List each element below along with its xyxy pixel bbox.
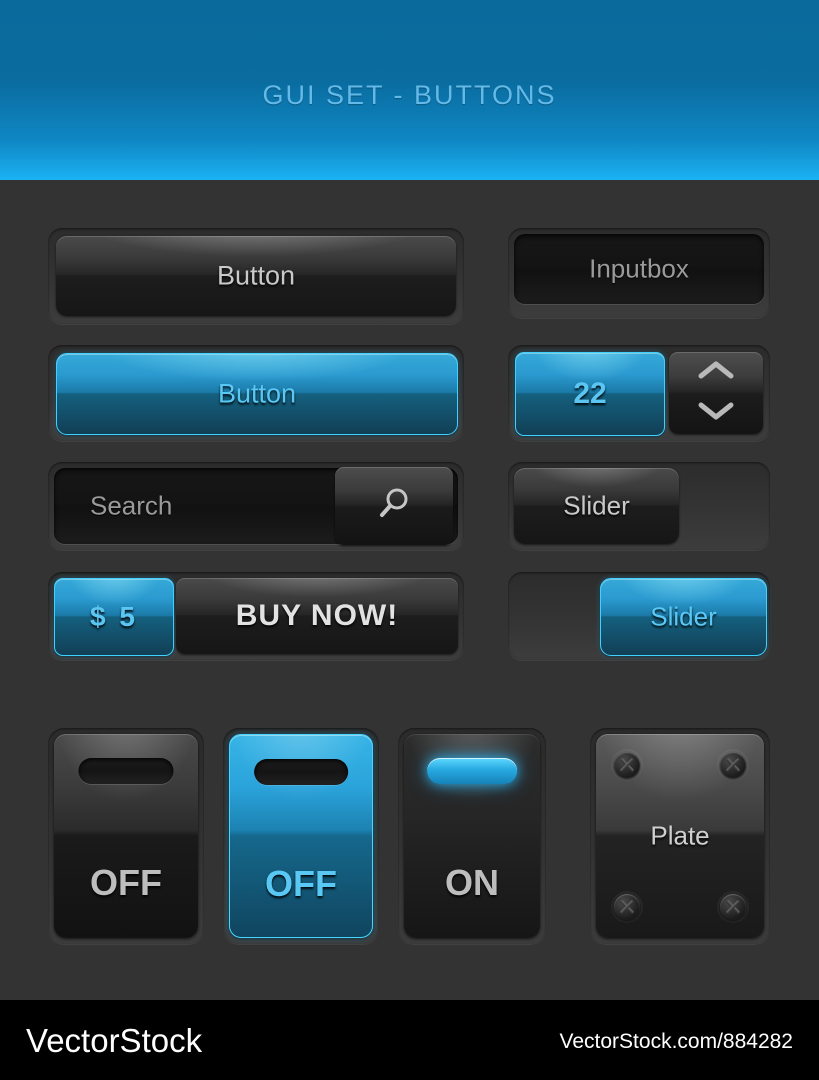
search-button[interactable] bbox=[335, 467, 453, 545]
button-blue-label: Button bbox=[217, 378, 297, 409]
switch-off-blue[interactable]: OFF bbox=[229, 734, 373, 938]
screw-icon bbox=[614, 894, 640, 920]
slider-on-label: Slider bbox=[650, 601, 717, 632]
switch-indicator-off-icon bbox=[254, 759, 348, 785]
buy-price-tile[interactable]: $ 5 bbox=[54, 578, 174, 656]
screw-icon bbox=[720, 752, 746, 778]
spinner-value-field[interactable]: 22 bbox=[515, 352, 665, 436]
magnifier-icon bbox=[374, 484, 414, 529]
spinner-decrement-button[interactable] bbox=[669, 393, 763, 434]
switch-on-housing: ON bbox=[398, 728, 546, 944]
switch-off-blue-label: OFF bbox=[265, 863, 337, 904]
button-blue[interactable]: Button bbox=[56, 353, 458, 435]
button-dark-housing: Button bbox=[48, 228, 464, 324]
footer-url: VectorStock.com/884282 bbox=[559, 1030, 793, 1053]
page-header: GUI SET - BUTTONS bbox=[0, 0, 819, 180]
chevron-down-icon bbox=[696, 400, 736, 427]
switch-off-blue-housing: OFF bbox=[223, 728, 379, 944]
plate-housing: Plate bbox=[590, 728, 770, 944]
plate: Plate bbox=[596, 734, 764, 938]
button-dark-label: Button bbox=[216, 260, 296, 291]
plate-label: Plate bbox=[650, 820, 710, 851]
components-stage: Button Inputbox Button 22 Search Slider … bbox=[0, 180, 819, 1000]
button-blue-housing: Button bbox=[48, 345, 464, 441]
screw-icon bbox=[720, 894, 746, 920]
slider-on-track[interactable]: Slider bbox=[508, 572, 770, 660]
buy-price-label: $ 5 bbox=[90, 601, 138, 632]
footer-brand: VectorStock bbox=[26, 1022, 203, 1059]
buy-now-label: BUY NOW! bbox=[235, 599, 399, 632]
switch-indicator-off-icon bbox=[78, 758, 174, 784]
switch-on[interactable]: ON bbox=[404, 734, 540, 938]
screw-icon bbox=[614, 752, 640, 778]
switch-off-dark[interactable]: OFF bbox=[54, 734, 198, 938]
inputbox-field[interactable]: Inputbox bbox=[514, 234, 764, 304]
spinner-buttons bbox=[669, 352, 763, 434]
slider-off-knob[interactable]: Slider bbox=[514, 468, 679, 544]
slider-off-label: Slider bbox=[563, 490, 630, 521]
page-title: GUI SET - BUTTONS bbox=[262, 80, 557, 110]
switch-off-dark-housing: OFF bbox=[48, 728, 204, 944]
slider-off-track[interactable]: Slider bbox=[508, 462, 770, 550]
search-housing: Search bbox=[48, 462, 464, 550]
button-dark[interactable]: Button bbox=[56, 236, 456, 316]
switch-off-dark-label: OFF bbox=[90, 862, 162, 903]
page-footer: VectorStock VectorStock.com/884282 bbox=[0, 1000, 819, 1080]
search-placeholder: Search bbox=[90, 490, 173, 521]
spinner-value-label: 22 bbox=[573, 377, 607, 410]
spinner-increment-button[interactable] bbox=[669, 352, 763, 393]
switch-on-label: ON bbox=[445, 862, 499, 903]
inputbox-placeholder: Inputbox bbox=[589, 253, 689, 284]
slider-on-knob[interactable]: Slider bbox=[600, 578, 767, 656]
spinner-housing: 22 bbox=[508, 345, 770, 441]
chevron-up-icon bbox=[696, 359, 736, 386]
buy-housing: $ 5 BUY NOW! bbox=[48, 572, 464, 660]
switch-indicator-on-icon bbox=[427, 758, 517, 784]
buy-now-button[interactable]: BUY NOW! bbox=[176, 578, 458, 654]
inputbox-housing: Inputbox bbox=[508, 228, 770, 318]
